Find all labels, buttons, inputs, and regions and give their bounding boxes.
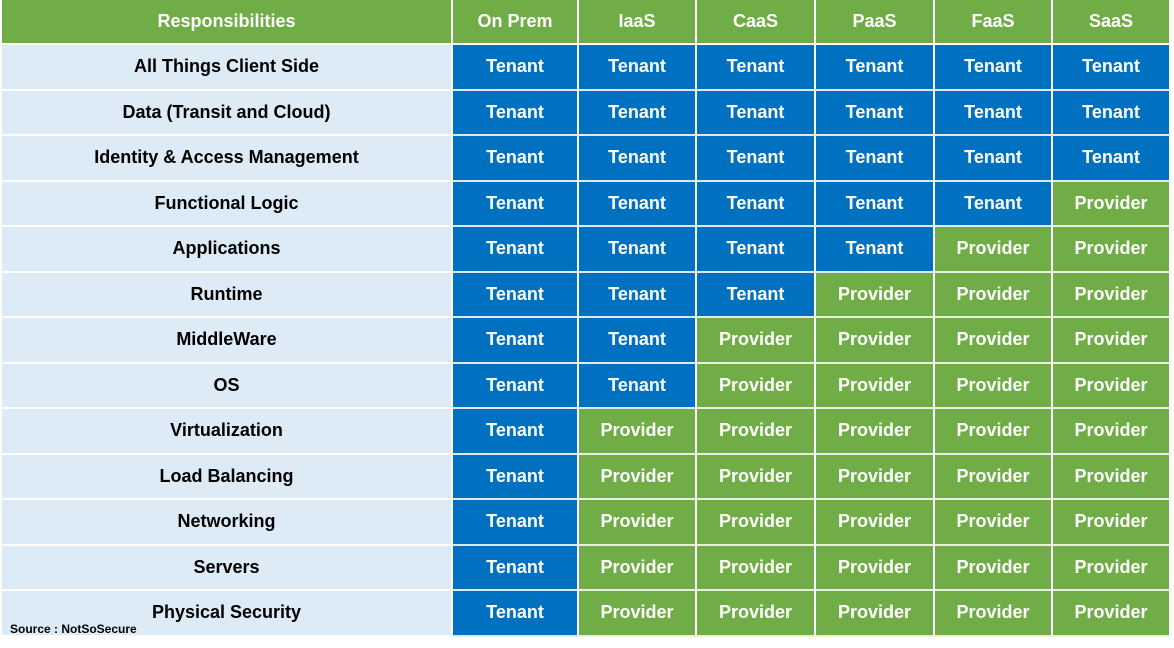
provider-cell: Provider xyxy=(579,545,697,591)
row-label: Data (Transit and Cloud) xyxy=(2,90,453,136)
tenant-cell: Tenant xyxy=(816,136,935,182)
tenant-cell: Tenant xyxy=(1053,90,1171,136)
tenant-cell: Tenant xyxy=(697,90,816,136)
provider-cell: Provider xyxy=(579,454,697,500)
provider-cell: Provider xyxy=(579,409,697,455)
provider-cell: Provider xyxy=(1053,409,1171,455)
provider-cell: Provider xyxy=(1053,227,1171,273)
provider-cell: Provider xyxy=(935,272,1053,318)
tenant-cell: Tenant xyxy=(453,545,579,591)
provider-cell: Provider xyxy=(935,454,1053,500)
tenant-cell: Tenant xyxy=(935,181,1053,227)
provider-cell: Provider xyxy=(697,318,816,364)
tenant-cell: Tenant xyxy=(453,90,579,136)
tenant-cell: Tenant xyxy=(453,45,579,91)
provider-cell: Provider xyxy=(935,363,1053,409)
provider-cell: Provider xyxy=(1053,363,1171,409)
tenant-cell: Tenant xyxy=(935,136,1053,182)
provider-cell: Provider xyxy=(935,545,1053,591)
tenant-cell: Tenant xyxy=(453,409,579,455)
tenant-cell: Tenant xyxy=(697,272,816,318)
provider-cell: Provider xyxy=(697,591,816,637)
header-responsibilities: Responsibilities xyxy=(2,0,453,45)
row-label: Identity & Access Management xyxy=(2,136,453,182)
tenant-cell: Tenant xyxy=(453,272,579,318)
tenant-cell: Tenant xyxy=(579,363,697,409)
provider-cell: Provider xyxy=(816,591,935,637)
provider-cell: Provider xyxy=(816,318,935,364)
header-on-prem: On Prem xyxy=(453,0,579,45)
row-label: Load Balancing xyxy=(2,454,453,500)
tenant-cell: Tenant xyxy=(579,90,697,136)
tenant-cell: Tenant xyxy=(816,181,935,227)
header-faas: FaaS xyxy=(935,0,1053,45)
tenant-cell: Tenant xyxy=(453,591,579,637)
row-label: OS xyxy=(2,363,453,409)
tenant-cell: Tenant xyxy=(453,136,579,182)
tenant-cell: Tenant xyxy=(697,45,816,91)
provider-cell: Provider xyxy=(1053,591,1171,637)
row-label: Networking xyxy=(2,500,453,546)
provider-cell: Provider xyxy=(816,454,935,500)
provider-cell: Provider xyxy=(1053,545,1171,591)
provider-cell: Provider xyxy=(935,500,1053,546)
provider-cell: Provider xyxy=(1053,318,1171,364)
provider-cell: Provider xyxy=(579,591,697,637)
provider-cell: Provider xyxy=(935,591,1053,637)
tenant-cell: Tenant xyxy=(579,181,697,227)
provider-cell: Provider xyxy=(816,363,935,409)
header-saas: SaaS xyxy=(1053,0,1171,45)
tenant-cell: Tenant xyxy=(935,45,1053,91)
tenant-cell: Tenant xyxy=(697,227,816,273)
row-label: All Things Client Side xyxy=(2,45,453,91)
tenant-cell: Tenant xyxy=(816,90,935,136)
provider-cell: Provider xyxy=(935,318,1053,364)
tenant-cell: Tenant xyxy=(697,136,816,182)
provider-cell: Provider xyxy=(1053,181,1171,227)
row-label: Servers xyxy=(2,545,453,591)
tenant-cell: Tenant xyxy=(579,45,697,91)
header-paas: PaaS xyxy=(816,0,935,45)
provider-cell: Provider xyxy=(816,272,935,318)
tenant-cell: Tenant xyxy=(1053,45,1171,91)
provider-cell: Provider xyxy=(579,500,697,546)
tenant-cell: Tenant xyxy=(453,181,579,227)
provider-cell: Provider xyxy=(1053,500,1171,546)
tenant-cell: Tenant xyxy=(453,227,579,273)
provider-cell: Provider xyxy=(1053,454,1171,500)
row-label: Functional Logic xyxy=(2,181,453,227)
tenant-cell: Tenant xyxy=(453,363,579,409)
tenant-cell: Tenant xyxy=(579,318,697,364)
provider-cell: Provider xyxy=(697,409,816,455)
row-label: Runtime xyxy=(2,272,453,318)
provider-cell: Provider xyxy=(816,545,935,591)
header-iaas: IaaS xyxy=(579,0,697,45)
tenant-cell: Tenant xyxy=(816,45,935,91)
tenant-cell: Tenant xyxy=(453,318,579,364)
tenant-cell: Tenant xyxy=(935,90,1053,136)
tenant-cell: Tenant xyxy=(453,500,579,546)
tenant-cell: Tenant xyxy=(453,454,579,500)
provider-cell: Provider xyxy=(697,363,816,409)
provider-cell: Provider xyxy=(935,409,1053,455)
header-caas: CaaS xyxy=(697,0,816,45)
tenant-cell: Tenant xyxy=(579,136,697,182)
tenant-cell: Tenant xyxy=(579,272,697,318)
responsibility-matrix: Responsibilities On Prem IaaS CaaS PaaS FaaS… xyxy=(2,0,1171,637)
tenant-cell: Tenant xyxy=(697,181,816,227)
provider-cell: Provider xyxy=(816,500,935,546)
provider-cell: Provider xyxy=(1053,272,1171,318)
row-label: Applications xyxy=(2,227,453,273)
provider-cell: Provider xyxy=(935,227,1053,273)
provider-cell: Provider xyxy=(697,545,816,591)
row-label: MiddleWare xyxy=(2,318,453,364)
provider-cell: Provider xyxy=(697,500,816,546)
provider-cell: Provider xyxy=(697,454,816,500)
provider-cell: Provider xyxy=(816,409,935,455)
source-caption: Source : NotSoSecure xyxy=(10,622,137,636)
row-label: Virtualization xyxy=(2,409,453,455)
tenant-cell: Tenant xyxy=(1053,136,1171,182)
tenant-cell: Tenant xyxy=(816,227,935,273)
tenant-cell: Tenant xyxy=(579,227,697,273)
